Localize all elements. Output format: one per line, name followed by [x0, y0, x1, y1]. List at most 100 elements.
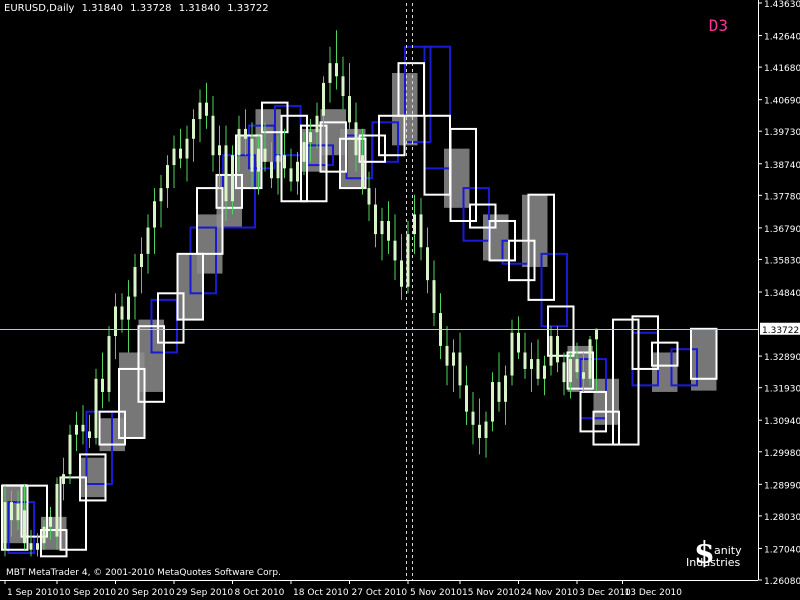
candle-body [504, 375, 507, 402]
y-tick-label: 1.31930 [764, 385, 800, 395]
candle-body [315, 115, 319, 133]
candle-body [283, 155, 286, 169]
y-tick-label: 1.26080 [764, 577, 800, 587]
y-tick-label: 1.41680 [764, 64, 800, 74]
candle-body [556, 336, 559, 363]
candle-body [166, 165, 169, 189]
price-chart: 1.43630 1.42640 1.41680 1.40690 1.39730 1.387… [0, 0, 800, 600]
y-tick-label: 1.27040 [764, 545, 800, 555]
y-tick-label: 1.28030 [764, 513, 800, 523]
high-value: 1.33728 [130, 3, 172, 14]
candle-body [582, 372, 585, 379]
candle-body [75, 424, 78, 435]
candle-body [367, 188, 371, 205]
gray-box [691, 328, 717, 391]
y-tick-label: 1.40690 [764, 97, 800, 107]
candle-body [36, 543, 39, 550]
y-tick-label: 1.28990 [764, 481, 800, 491]
candle-body [400, 260, 403, 287]
candle-body [510, 332, 514, 376]
y-tick-label: 1.35830 [764, 256, 800, 266]
y-tick-label: 1.37780 [764, 192, 800, 202]
candle-body [237, 128, 241, 156]
x-tick-label: 13 Dec 2010 [625, 588, 683, 598]
x-tick-label: 29 Sep 2010 [176, 588, 233, 598]
candle-body [140, 253, 143, 268]
candle-body [354, 122, 358, 156]
candle-body [101, 378, 104, 392]
candle-body [478, 424, 481, 438]
candle-body [224, 145, 228, 202]
y-tick-label: 1.43630 [764, 0, 800, 10]
logo-line-2: Industries [686, 556, 741, 569]
candle-body [497, 382, 501, 402]
candle-body [536, 359, 540, 379]
candle-body [569, 359, 572, 383]
candle-body [49, 516, 52, 527]
low-value: 1.31840 [178, 3, 221, 14]
candle-body [328, 63, 332, 83]
candle-body [3, 502, 7, 550]
candle-body [393, 240, 397, 261]
candle-body [374, 204, 377, 235]
candle-body [94, 378, 98, 438]
candle-body [133, 267, 137, 297]
open-value: 1.31840 [81, 3, 123, 14]
candle-body [179, 148, 182, 159]
candle-body [595, 328, 598, 340]
candle-body [231, 155, 234, 202]
candle-body [250, 138, 254, 172]
x-tick-label: 15 Nov 2010 [462, 588, 520, 598]
candle-body [263, 148, 267, 162]
y-tick-label: 1.38740 [764, 161, 800, 171]
candle-body [42, 526, 46, 544]
candle-body [426, 247, 429, 281]
candle-body [120, 306, 124, 320]
candle-body [205, 102, 208, 116]
x-tick-label: 24 Nov 2010 [521, 588, 579, 598]
x-tick-label: 20 Sep 2010 [118, 588, 175, 598]
candle-body [159, 188, 163, 202]
candle-body [244, 128, 247, 139]
x-tick-label: 1 Sep 2010 [7, 588, 59, 598]
copyright-text: MBT MetaTrader 4, © 2001-2010 MetaQuotes… [6, 568, 281, 578]
candle-body [296, 161, 299, 182]
y-tick-label: 1.30940 [764, 417, 800, 427]
x-tick-label: 5 Nov 2010 [410, 588, 462, 598]
candle-body [543, 365, 546, 379]
candle-body [270, 161, 273, 179]
candle-body [413, 214, 416, 235]
candle-body [55, 483, 59, 537]
candle-body [387, 220, 390, 241]
candle-body [517, 332, 520, 353]
candle-body [380, 220, 384, 235]
candle-body [458, 352, 462, 386]
candle-body [10, 502, 13, 521]
candle-body [432, 280, 436, 314]
candle-body [471, 411, 475, 425]
candle-body [302, 142, 306, 162]
candle-body [445, 345, 449, 366]
candle-body [289, 168, 293, 182]
candle-body [322, 82, 325, 116]
candle-body [406, 234, 410, 287]
candle-body [68, 434, 72, 475]
candle-body [523, 352, 527, 369]
candle-body [491, 382, 494, 422]
x-tick-label: 8 Oct 2010 [235, 588, 285, 598]
candle-body [172, 148, 176, 166]
candle-body [62, 474, 65, 484]
y-tick-label: 1.39730 [764, 128, 800, 138]
y-tick-label: 1.34840 [764, 289, 800, 299]
y-tick-label: 1.36790 [764, 225, 800, 235]
candle-body [588, 339, 592, 379]
candle-body [127, 296, 130, 320]
candle-body [153, 201, 156, 228]
candle-body [114, 306, 117, 337]
candle-body [549, 336, 553, 366]
candle-body [81, 424, 85, 432]
candle-body [192, 119, 195, 139]
gray-box [444, 148, 470, 208]
symbol-label: EURUSD,Daily [4, 3, 75, 14]
candle-body [341, 76, 345, 97]
